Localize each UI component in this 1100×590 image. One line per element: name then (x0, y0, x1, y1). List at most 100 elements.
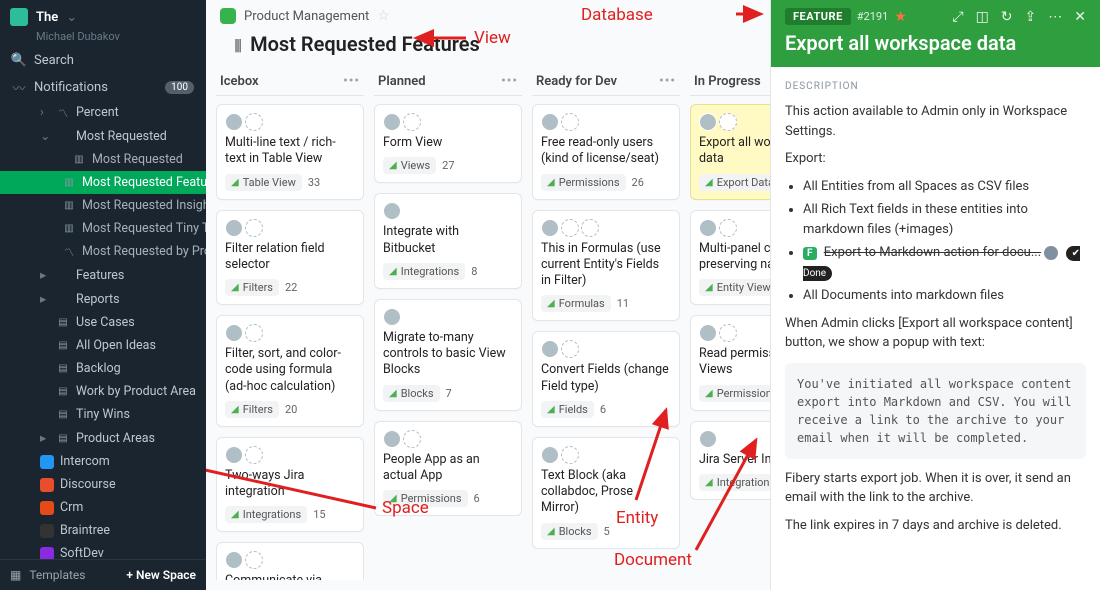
card-tag[interactable]: ◢Entity View (699, 279, 770, 296)
assignee-avatars (225, 551, 355, 569)
database-name[interactable]: Product Management (244, 9, 369, 24)
sidebar-item[interactable]: SoftDev (0, 542, 206, 559)
card-title: This in Formulas (use current Entity's F… (541, 241, 671, 290)
caret-icon[interactable]: › (40, 105, 50, 120)
card-tag[interactable]: ◢Blocks (383, 385, 440, 402)
board-card[interactable]: Convert Fields (change Field type) ◢Field… (532, 331, 680, 427)
nav-notifications[interactable]: 〰 Notifications 100 (0, 74, 206, 101)
board-card[interactable]: Filter, sort, and color-code using formu… (216, 315, 364, 427)
sidebar-item[interactable]: ▤Tiny Wins (0, 403, 206, 426)
sidebar-item[interactable]: ▤All Open Ideas (0, 334, 206, 357)
column-menu-icon[interactable]: ••• (343, 74, 360, 89)
card-tag[interactable]: ◢Integrations (383, 263, 465, 280)
board-card[interactable]: Read permissions f Views◢Permissions5 (690, 315, 770, 411)
board-card[interactable]: Integrate with Bitbucket◢Integrations8 (374, 193, 522, 289)
sidebar-item[interactable]: ▥Most Requested Features (0, 171, 206, 194)
entity-id[interactable]: #2191 (857, 10, 889, 23)
card-tag[interactable]: ◢Table View (225, 174, 302, 191)
avatar (403, 113, 421, 131)
sidebar-item[interactable]: ⌄Most Requested (0, 124, 206, 148)
sidebar-item[interactable]: ▸Features (0, 263, 206, 287)
avatar (699, 430, 717, 448)
card-tag[interactable]: ◢Permissions (699, 385, 770, 402)
close-icon[interactable]: ✕ (1074, 9, 1086, 25)
view-title[interactable]: Most Requested Features (250, 32, 480, 56)
card-tag[interactable]: ◢Fields (541, 401, 594, 418)
board-card[interactable]: Free read-only users (kind of license/se… (532, 104, 680, 200)
sidebar-item[interactable]: Braintree (0, 519, 206, 542)
board-card[interactable]: Two-ways Jira integration◢Integrations15 (216, 437, 364, 533)
column-title[interactable]: Icebox (220, 74, 259, 89)
card-tag[interactable]: ◢Filters (225, 279, 279, 296)
workspace-switcher[interactable]: The ⌄ (0, 0, 206, 34)
sidebar-item[interactable]: Discourse (0, 473, 206, 496)
leaf-icon: ◢ (705, 177, 713, 188)
current-user[interactable]: Michael Dubakov (0, 30, 206, 43)
board-card[interactable]: Text Block (aka collabdoc, Prose Mirror)… (532, 437, 680, 549)
history-icon[interactable]: ↻ (1001, 9, 1013, 25)
board-card[interactable]: Communicate via Email Inside Fibery◢Emai… (216, 542, 364, 580)
card-tag[interactable]: ◢Filters (225, 401, 279, 418)
card-tag[interactable]: ◢Export Data (699, 174, 770, 191)
caret-icon[interactable]: ⌄ (40, 128, 50, 144)
card-tag[interactable]: ◢Integrations (699, 474, 770, 491)
sidebar-item[interactable]: ▸▤Product Areas (0, 426, 206, 450)
sidebar-item[interactable]: ▥Most Requested Tiny Things (0, 217, 206, 240)
linked-entity[interactable]: Export to Markdown action for docu... (824, 245, 1041, 260)
card-title: Form View (383, 135, 513, 151)
leaf-icon: ◢ (231, 177, 239, 188)
nav-search[interactable]: 🔍 Search (0, 47, 206, 74)
card-title: Export all workspace data (699, 135, 770, 168)
open-tab-icon[interactable]: ◫ (976, 9, 989, 25)
sidebar-item[interactable]: ▤Backlog (0, 357, 206, 380)
caret-icon[interactable]: ▸ (40, 291, 50, 307)
card-tag[interactable]: ◢Permissions (383, 490, 468, 507)
board-card[interactable]: Export all workspace data◢Export Data20 (690, 104, 770, 200)
sidebar-item[interactable]: 〽Most Requested by Product... (0, 240, 206, 263)
column-title[interactable]: Planned (378, 74, 426, 89)
board-card[interactable]: Jira Server Integrat◢Integrations5 (690, 421, 770, 500)
card-tag[interactable]: ◢Integrations (225, 506, 307, 523)
expand-icon[interactable]: ⤢ (952, 9, 963, 25)
caret-icon[interactable]: ▸ (40, 430, 50, 446)
card-tag[interactable]: ◢Views (383, 157, 436, 174)
nav-templates[interactable]: Templates (29, 568, 85, 582)
board-card[interactable]: Multi-line text / rich-text in Table Vie… (216, 104, 364, 200)
new-space-button[interactable]: + New Space (126, 568, 196, 582)
card-tag[interactable]: ◢Blocks (541, 523, 598, 540)
board-card[interactable]: Filter relation field selector◢Filters22 (216, 210, 364, 306)
favorite-star-icon[interactable]: ☆ (377, 8, 390, 24)
sidebar-item[interactable]: ▸Reports (0, 287, 206, 311)
caret-icon[interactable]: ▸ (40, 267, 50, 283)
grid-icon: ▦ (10, 568, 21, 582)
sidebar-item[interactable]: ›〽Percent (0, 101, 206, 124)
card-tag[interactable]: ◢Permissions (541, 174, 626, 191)
share-icon[interactable]: ⇪ (1025, 9, 1037, 25)
column-title[interactable]: In Progress (694, 74, 761, 89)
card-title: Jira Server Integrat (699, 452, 770, 468)
board-card[interactable]: People App as an actual App◢Permissions6 (374, 421, 522, 517)
kanban-board: Icebox ••• Multi-line text / rich-text in … (206, 64, 770, 590)
card-count: 8 (469, 265, 479, 278)
sidebar-item[interactable]: ▤Use Cases (0, 311, 206, 334)
space-icon (40, 501, 54, 515)
sidebar-item[interactable]: Intercom (0, 450, 206, 473)
sidebar-item[interactable]: ▥Most Requested (0, 148, 206, 171)
more-icon[interactable]: ⋯ (1048, 9, 1062, 25)
board-card[interactable]: Form View◢Views27 (374, 104, 522, 183)
board-card[interactable]: Migrate to-many controls to basic View B… (374, 299, 522, 411)
panel-title[interactable]: Export all workspace data (785, 31, 1086, 55)
card-tag[interactable]: ◢Formulas (541, 295, 611, 312)
sidebar-item[interactable]: Crm (0, 496, 206, 519)
avatar (541, 446, 559, 464)
column-menu-icon[interactable]: ••• (659, 74, 676, 89)
card-title: Convert Fields (change Field type) (541, 362, 671, 395)
board-card[interactable]: Multi-panel context preserving navigati◢… (690, 210, 770, 306)
column-menu-icon[interactable]: ••• (501, 74, 518, 89)
assignee-avatars (383, 308, 513, 326)
star-icon[interactable]: ★ (894, 9, 907, 25)
column-title[interactable]: Ready for Dev (536, 74, 617, 89)
board-card[interactable]: This in Formulas (use current Entity's F… (532, 210, 680, 322)
sidebar-item[interactable]: ▤Work by Product Area (0, 380, 206, 403)
sidebar-item[interactable]: ▥Most Requested Insights (0, 194, 206, 217)
